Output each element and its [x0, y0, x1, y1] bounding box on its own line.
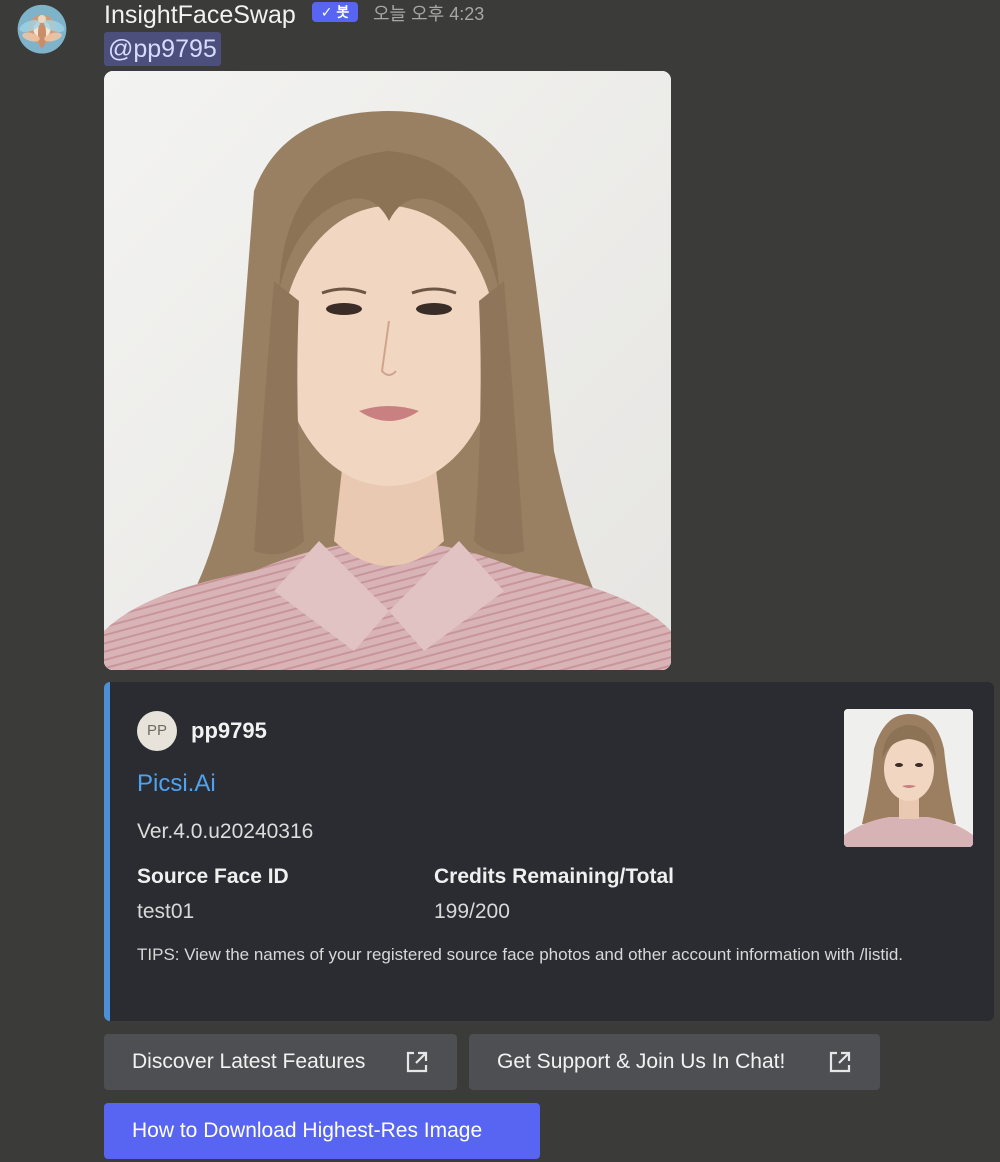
field-credits-value: 199/200 — [434, 900, 510, 923]
user-mention[interactable]: @pp9795 — [104, 32, 221, 66]
discover-features-button[interactable]: Discover Latest Features — [104, 1034, 457, 1090]
info-embed: PP pp9795 Picsi.Ai Ver.4.0.u20240316 Sou… — [104, 682, 994, 1021]
generated-image[interactable] — [104, 71, 671, 670]
bot-badge: ✓ 봇 — [312, 2, 358, 22]
external-link-icon — [829, 1051, 851, 1073]
dragonfly-logo-icon — [19, 15, 65, 48]
discover-features-label: Discover Latest Features — [132, 1050, 366, 1073]
source-face-thumbnail[interactable] — [844, 709, 973, 847]
message-timestamp: 오늘 오후 4:23 — [373, 4, 485, 24]
field-credits-label: Credits Remaining/Total — [434, 865, 674, 888]
get-support-label: Get Support & Join Us In Chat! — [497, 1050, 786, 1073]
external-link-icon — [406, 1051, 428, 1073]
embed-title-link[interactable]: Picsi.Ai — [137, 770, 216, 798]
field-source-face-value: test01 — [137, 900, 195, 923]
embed-author-name[interactable]: pp9795 — [191, 718, 267, 744]
bot-avatar[interactable] — [14, 4, 70, 60]
embed-version: Ver.4.0.u20240316 — [137, 820, 314, 843]
embed-author-avatar[interactable]: PP — [137, 711, 177, 751]
field-source-face-label: Source Face ID — [137, 865, 289, 888]
get-support-button[interactable]: Get Support & Join Us In Chat! — [469, 1034, 880, 1090]
message-author[interactable]: InsightFaceSwap — [104, 0, 296, 30]
thumbnail-portrait — [844, 709, 973, 847]
embed-tips: TIPS: View the names of your registered … — [137, 945, 904, 964]
download-highest-res-label: How to Download Highest-Res Image — [132, 1119, 483, 1142]
portrait-image — [104, 71, 671, 670]
download-highest-res-button[interactable]: How to Download Highest-Res Image — [104, 1103, 540, 1159]
